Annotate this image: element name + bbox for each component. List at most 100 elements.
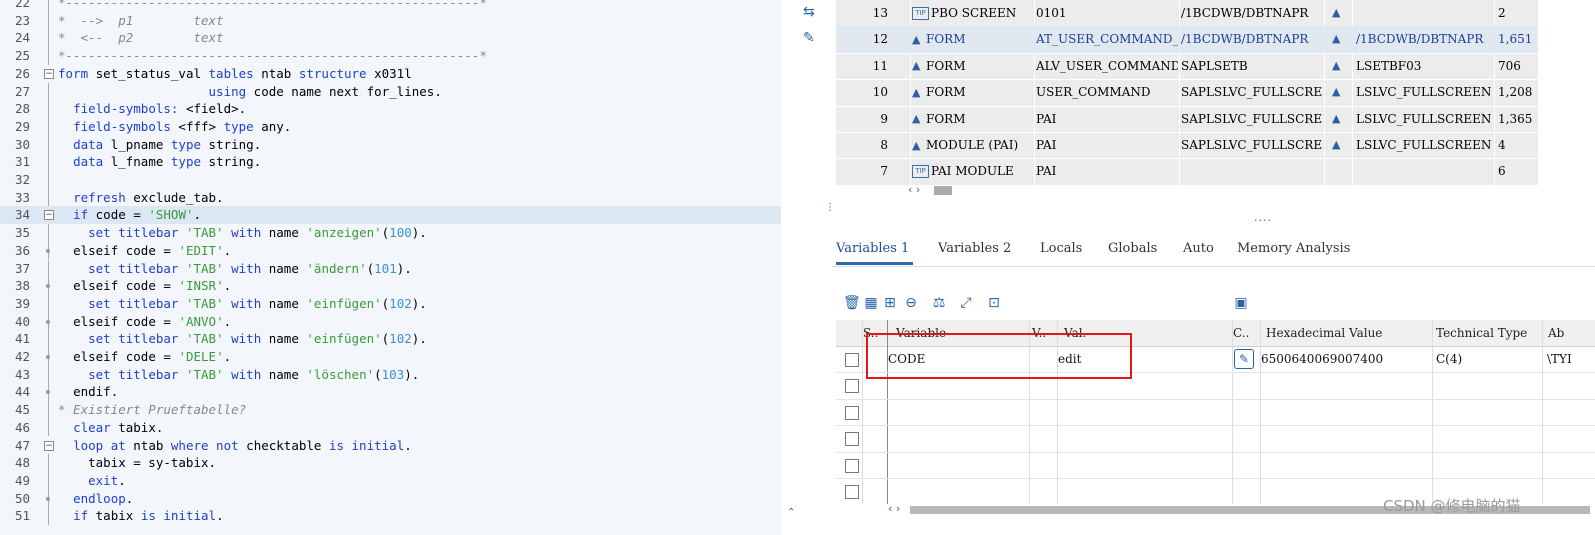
edit-pencil-icon[interactable]: ✎	[1234, 349, 1254, 369]
code-line[interactable]: 30 data l_pname type string.	[0, 135, 781, 154]
splitter-dots[interactable]: ....	[1254, 211, 1272, 224]
code-line[interactable]: 34 − if code = 'SHOW'.	[0, 206, 781, 225]
fold-toggle-icon[interactable]: −	[44, 440, 54, 451]
stack-row[interactable]: 13 TIP PBO SCREEN 0101/1BCDWB/DBTNAPR ▲ 2	[836, 0, 1538, 28]
code-line[interactable]: 47 − loop at ntab where not checktable is…	[0, 437, 781, 455]
code-line[interactable]: 38 elseif code = 'INSR'.	[0, 277, 781, 295]
code-token: name	[261, 295, 307, 311]
pane-splitter[interactable]: ....	[832, 197, 1595, 224]
scroll-arrows[interactable]: ‹ ›	[908, 183, 920, 196]
fold-toggle-icon[interactable]: −	[44, 68, 54, 79]
code-line[interactable]: 23 * --> p1 text	[0, 11, 781, 30]
tab-memory-analysis[interactable]: Memory Analysis	[1237, 241, 1350, 256]
code-line[interactable]: 22 *-------------------------------------…	[0, 0, 781, 12]
tab-auto[interactable]: Auto	[1183, 241, 1214, 256]
code-line[interactable]: 25 *-------------------------------------…	[0, 47, 781, 65]
code-line[interactable]: 42 elseif code = 'DELE'.	[0, 348, 781, 366]
expand-icon[interactable]: ⤢	[958, 295, 974, 311]
row-checkbox[interactable]	[845, 405, 859, 420]
grid-header-abs[interactable]: Ab	[1548, 320, 1593, 346]
code-token: with	[231, 366, 262, 382]
grid-options-icon[interactable]: ⊞	[882, 295, 898, 311]
code-line[interactable]: 28 field-symbols: <field>.	[0, 100, 781, 118]
code-line[interactable]: 29 field-symbols <fff> type any.	[0, 117, 781, 136]
code-line[interactable]: 24 * <-- p2 text	[0, 29, 781, 48]
code-line[interactable]: 45 * Existiert Prueftabelle?	[0, 401, 781, 419]
stack-row[interactable]: 8 ▲ MODULE (PAI) PAI SAPLSLVC_FULLSCREEN ▲ LSL…	[836, 132, 1538, 160]
code-token: <fff>	[170, 118, 224, 134]
scroll-arrows[interactable]: ‹ ›	[888, 502, 900, 515]
call-stack-scrollbar[interactable]: ‹ ›	[836, 183, 1538, 196]
grid-row[interactable]	[836, 452, 1595, 479]
code-token: .	[223, 349, 232, 364]
line-number: 29	[14, 118, 30, 134]
grid-header-tech[interactable]: Technical Type	[1436, 320, 1538, 346]
code-line[interactable]: 39 set titlebar 'TAB' with name 'einfüge…	[0, 294, 781, 313]
code-line[interactable]: 40 elseif code = 'ANVO'.	[0, 312, 781, 331]
stack-row[interactable]: 7 TIP PAI MODULE PAI 6	[836, 158, 1538, 186]
row-checkbox[interactable]	[845, 432, 859, 447]
line-number: 34	[14, 207, 30, 223]
fold-guide	[48, 365, 49, 384]
scroll-thumb[interactable]	[934, 186, 952, 195]
stack-row[interactable]: 10 ▲ FORM USER_COMMAND SAPLSLVC_FULLSCREEN ▲ L…	[836, 79, 1538, 107]
code-line[interactable]: 37 set titlebar 'TAB' with name 'ändern'…	[0, 259, 781, 278]
stack-row[interactable]: 9 ▲ FORM PAI SAPLSLVC_FULLSCREEN ▲ LSLVC_FULLS…	[836, 106, 1538, 133]
row-checkbox[interactable]	[845, 353, 859, 367]
code-token: elseif	[73, 313, 119, 329]
delete-icon[interactable]: 🗑	[843, 295, 861, 311]
grid-header-c[interactable]: C..	[1233, 320, 1257, 346]
code-token: exclude_tab.	[125, 189, 224, 205]
row-checkbox[interactable]	[845, 458, 859, 473]
code-token: name	[261, 225, 307, 241]
grid-row[interactable]	[836, 399, 1595, 427]
code-line[interactable]: 32	[0, 171, 781, 189]
code-line[interactable]: 49 exit.	[0, 471, 781, 490]
tab-variables-2[interactable]: Variables 2	[938, 241, 1011, 256]
grid-header-hex[interactable]: Hexadecimal Value	[1266, 320, 1431, 346]
code-line[interactable]: 26 − form set_status_val tables ntab struc…	[0, 65, 781, 83]
stack-program: SAPLSLVC_FULLSCREEN	[1181, 138, 1323, 152]
code-text: loop at ntab where not checktable is ini…	[58, 437, 412, 455]
user-icon: ▲	[912, 112, 921, 126]
scroll-arrows-icon[interactable]: ⌃	[787, 505, 803, 521]
code-line[interactable]: 35 set titlebar 'TAB' with name 'anzeige…	[0, 224, 781, 242]
code-line[interactable]: 41 set titlebar 'TAB' with name 'einfüge…	[0, 330, 781, 348]
tab-globals[interactable]: Globals	[1108, 241, 1157, 256]
code-line[interactable]: 33 refresh exclude_tab.	[0, 188, 781, 207]
fold-toggle-icon[interactable]: −	[44, 210, 54, 221]
code-line[interactable]: 51 if tabix is initial.	[0, 507, 781, 525]
code-line[interactable]: 27 using code name next for_lines.	[0, 82, 781, 101]
code-token: loop at	[73, 437, 126, 453]
code-line[interactable]: 44 endif.	[0, 383, 781, 402]
remove-icon[interactable]: ⊖	[903, 295, 919, 311]
row-checkbox[interactable]	[845, 379, 859, 394]
code-editor[interactable]: 22 *-------------------------------------…	[0, 0, 781, 535]
code-line[interactable]: 31 data l_fname type string.	[0, 153, 781, 171]
code-token: structure	[298, 65, 367, 81]
tab-variables-1[interactable]: Variables 1	[836, 241, 909, 256]
code-line[interactable]: 43 set titlebar 'TAB' with name 'löschen…	[0, 365, 781, 384]
code-line[interactable]: 50 endloop.	[0, 489, 781, 508]
code-line[interactable]: 46 clear tabix.	[0, 418, 781, 437]
code-line[interactable]: 36 elseif code = 'EDIT'.	[0, 241, 781, 260]
tab-locals[interactable]: Locals	[1040, 241, 1082, 256]
code-token: 'einfügen'	[306, 331, 382, 347]
code-line[interactable]: 48 tabix = sy-tabix.	[0, 454, 781, 472]
balance-icon[interactable]: ⚖	[931, 295, 947, 311]
layout-icon[interactable]: ▦	[863, 295, 879, 311]
row-checkbox[interactable]	[845, 485, 859, 499]
grid-row[interactable]	[836, 425, 1595, 453]
stack-row[interactable]: 12 ▲ FORM AT_USER_COMMAND_ALV/1BCDWB/DBTNAP…	[836, 26, 1538, 54]
breakpoint-icon[interactable]: ⇆	[803, 4, 819, 20]
save-icon[interactable]: ▣	[1233, 295, 1249, 311]
stack-line: 1,208	[1498, 85, 1533, 100]
wrench-icon[interactable]: ✎	[803, 30, 819, 46]
stack-row[interactable]: 11 ▲ FORM ALV_USER_COMMAND SAPLSETB ▲ LSETBF03…	[836, 53, 1538, 81]
insert-icon[interactable]: ⊡	[986, 295, 1002, 311]
